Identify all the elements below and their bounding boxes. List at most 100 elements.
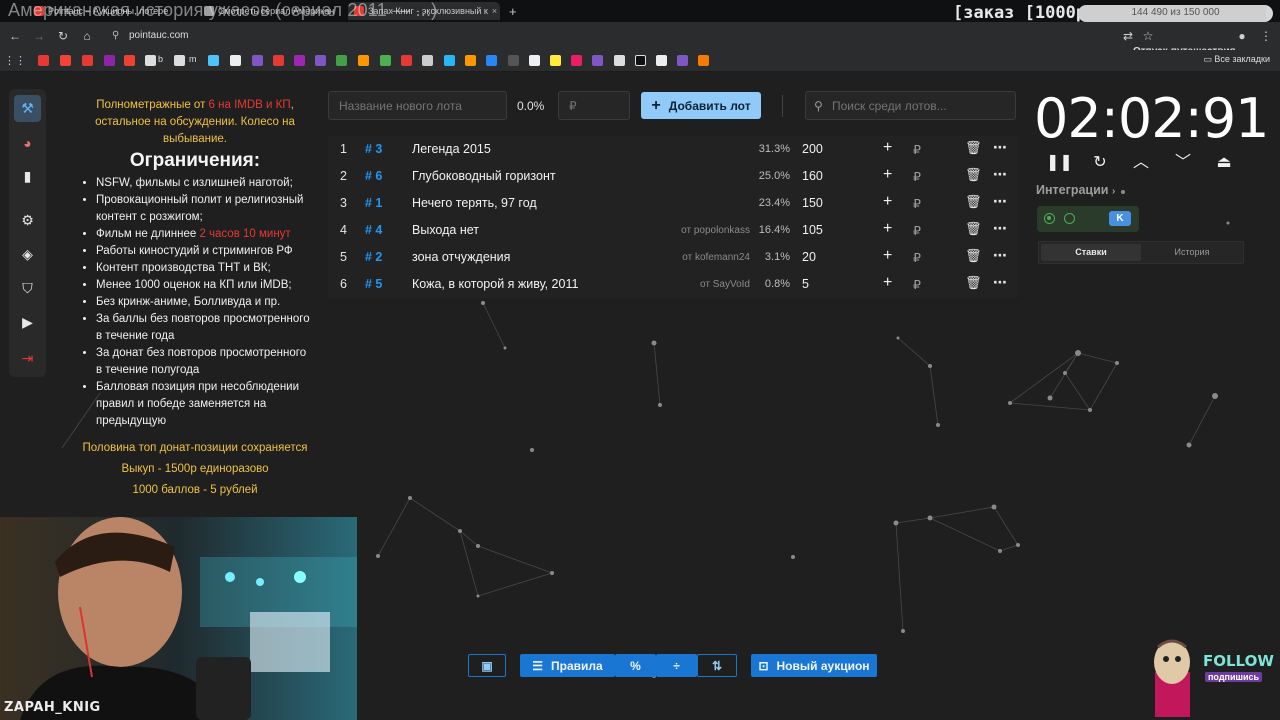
shield-icon[interactable]: ⛉ xyxy=(14,275,41,302)
bookmark-icon[interactable] xyxy=(422,55,433,66)
statistics-icon[interactable]: ▮ xyxy=(14,163,41,190)
vk-logo-icon[interactable]: K xyxy=(1109,211,1131,226)
profile-avatar[interactable]: ● xyxy=(1234,28,1250,44)
chevron-up-icon[interactable]: ︿ xyxy=(1129,151,1153,175)
delete-lot-icon[interactable]: 🗑 xyxy=(965,221,982,237)
home-icon[interactable]: ⌂ xyxy=(79,28,95,44)
lot-row[interactable]: 4 # 4 Выхода нет от popolonkass 16.4% 105 ₽ + 🗑 ⋯ xyxy=(328,217,1018,244)
delete-lot-icon[interactable]: 🗑 xyxy=(965,167,982,183)
bookmark-icon[interactable] xyxy=(230,55,241,66)
bookmark-icon[interactable] xyxy=(82,55,93,66)
new-tab-button[interactable]: + xyxy=(503,2,519,20)
bookmark-icon[interactable] xyxy=(465,55,476,66)
site-info-icon[interactable]: ⚲ xyxy=(112,26,119,46)
lot-row[interactable]: 3 # 1 Нечего терять, 97 год 23.4% 150 ₽ + 🗑 ⋯ xyxy=(328,190,1018,217)
split-icon[interactable]: ÷ xyxy=(656,654,697,677)
lot-row[interactable]: 5 # 2 зона отчуждения от kofemann24 3.1% 20 ₽ +… xyxy=(328,244,1018,271)
add-lot-button[interactable]: + Добавить лот xyxy=(641,92,761,119)
lot-name[interactable]: Выхода нет xyxy=(412,223,479,237)
new-lot-name-input[interactable] xyxy=(328,91,507,120)
more-options-icon[interactable]: ⋯ xyxy=(993,139,1007,156)
apps-grid-icon[interactable]: ⋮⋮ xyxy=(4,53,26,69)
bookmark-icon[interactable] xyxy=(698,55,709,66)
chevron-down-icon[interactable]: ﹀ xyxy=(1171,151,1195,175)
sort-icon[interactable]: ⇅ xyxy=(697,654,737,677)
lot-amount[interactable]: 20 xyxy=(802,250,816,264)
lot-name[interactable]: зона отчуждения xyxy=(412,250,510,264)
auction-hammer-icon[interactable]: ⚒ xyxy=(14,95,41,122)
video-library-icon[interactable]: ▶ xyxy=(14,309,41,336)
delete-lot-icon[interactable]: 🗑 xyxy=(965,248,982,264)
bookmark-icon[interactable] xyxy=(336,55,347,66)
lot-name[interactable]: Кожа, в которой я живу, 2011 xyxy=(412,277,578,291)
forward-icon[interactable]: → xyxy=(31,28,47,44)
new-auction-button[interactable]: ⊡ Новый аукцион xyxy=(751,654,877,677)
add-amount-icon[interactable]: + xyxy=(883,247,892,265)
more-options-icon[interactable]: ⋯ xyxy=(993,220,1007,237)
bookmark-icon[interactable] xyxy=(380,55,391,66)
delete-lot-icon[interactable]: 🗑 xyxy=(965,194,982,210)
bookmark-icon[interactable] xyxy=(677,55,688,66)
back-icon[interactable]: ← xyxy=(7,28,23,44)
radio-unchecked-icon[interactable] xyxy=(1064,213,1075,224)
bookmark-icon[interactable] xyxy=(508,55,519,66)
add-amount-icon[interactable]: + xyxy=(883,139,892,157)
reset-timer-icon[interactable]: ↻ xyxy=(1088,151,1112,175)
lot-amount[interactable]: 105 xyxy=(802,223,823,237)
all-bookmarks[interactable]: ▭ Все закладки xyxy=(1203,54,1270,65)
delete-lot-icon[interactable]: 🗑 xyxy=(965,275,982,291)
tab-bids[interactable]: Ставки xyxy=(1041,244,1141,261)
double-chevron-up-icon[interactable]: ⏏ xyxy=(1212,151,1236,175)
add-amount-icon[interactable]: + xyxy=(883,166,892,184)
integrations-label[interactable]: Интеграции › xyxy=(1036,183,1115,197)
browser-menu-icon[interactable]: ⋮ xyxy=(1258,28,1274,44)
lot-amount[interactable]: 150 xyxy=(802,196,823,210)
gmail-bookmark-icon[interactable] xyxy=(124,55,135,66)
close-tab-icon[interactable]: × xyxy=(492,6,497,16)
bookmark-icon[interactable] xyxy=(104,55,115,66)
more-options-icon[interactable]: ⋯ xyxy=(993,166,1007,183)
settings-gear-icon[interactable]: ⚙ xyxy=(14,207,41,234)
bookmark-icon[interactable] xyxy=(444,55,455,66)
tab-history[interactable]: История xyxy=(1142,244,1242,261)
bookmark-icon[interactable] xyxy=(60,55,71,66)
bookmark-icon[interactable] xyxy=(656,55,667,66)
lot-name[interactable]: Нечего терять, 97 год xyxy=(412,196,537,210)
bookmark-icon[interactable] xyxy=(273,55,284,66)
new-lot-amount-input[interactable] xyxy=(558,91,630,120)
vk-bookmark-icon[interactable] xyxy=(486,55,497,66)
lot-amount[interactable]: 160 xyxy=(802,169,823,183)
lot-name[interactable]: Легенда 2015 xyxy=(412,142,491,156)
add-amount-icon[interactable]: + xyxy=(883,220,892,238)
bookmark-icon[interactable] xyxy=(145,55,156,66)
bookmark-icon[interactable] xyxy=(358,55,369,66)
wheel-chart-icon[interactable]: ◕ xyxy=(14,129,41,156)
lot-row[interactable]: 6 # 5 Кожа, в которой я живу, 2011 от SayVo… xyxy=(328,271,1018,298)
lot-search-input[interactable] xyxy=(832,92,1012,119)
url-field[interactable]: ⚲ pointauc.com xyxy=(104,26,1104,46)
bookmark-icon[interactable] xyxy=(550,55,561,66)
bookmark-label[interactable]: b xyxy=(158,54,163,64)
pause-icon[interactable]: ❚❚ xyxy=(1046,151,1073,175)
bookmark-icon[interactable] xyxy=(208,55,219,66)
rules-button[interactable]: ☰ Правила xyxy=(520,654,615,677)
bookmark-label[interactable]: m xyxy=(189,54,197,64)
bookmark-icon[interactable] xyxy=(592,55,603,66)
more-options-icon[interactable]: ⋯ xyxy=(993,193,1007,210)
lot-row[interactable]: 1 # 3 Легенда 2015 31.3% 200 ₽ + 🗑 ⋯ xyxy=(328,136,1018,163)
twitch-bookmark-icon[interactable] xyxy=(294,55,305,66)
add-amount-icon[interactable]: + xyxy=(883,274,892,292)
bookmark-icon[interactable] xyxy=(529,55,540,66)
bookmark-icon[interactable] xyxy=(635,55,646,66)
bookmark-icon[interactable] xyxy=(38,55,49,66)
more-options-icon[interactable]: ⋯ xyxy=(993,247,1007,264)
save-icon[interactable]: ▣ xyxy=(468,654,506,677)
radio-checked-icon[interactable] xyxy=(1044,213,1055,224)
bookmark-star-icon[interactable]: ☆ xyxy=(1140,28,1156,44)
delete-lot-icon[interactable]: 🗑 xyxy=(965,140,982,156)
bookmark-icon[interactable] xyxy=(252,55,263,66)
layers-icon[interactable]: ◈ xyxy=(14,241,41,268)
lot-amount[interactable]: 5 xyxy=(802,277,809,291)
lot-row[interactable]: 2 # 6 Глубоководный горизонт 25.0% 160 ₽ + 🗑 ⋯ xyxy=(328,163,1018,190)
translate-icon[interactable]: ⇄ xyxy=(1120,28,1136,44)
